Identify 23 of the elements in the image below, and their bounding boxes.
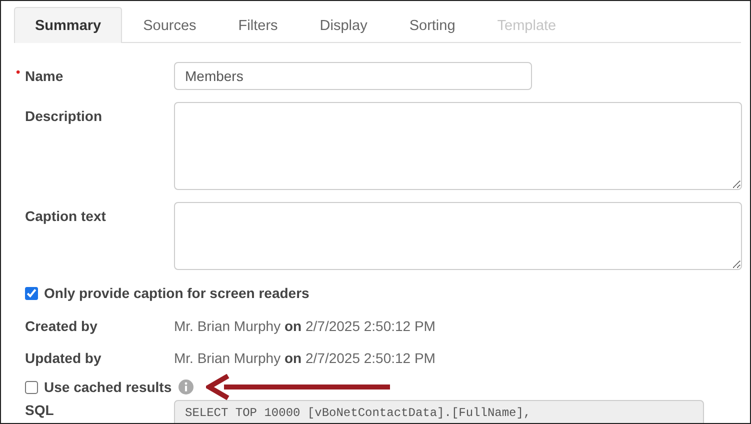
field-label: Caption text <box>24 207 107 224</box>
field-label: SQL <box>24 401 55 418</box>
tab[interactable]: Sorting <box>388 7 476 43</box>
info-text: Mr. Brian Murphy on 2/7/2025 2:50:12 PM <box>174 317 436 334</box>
tab[interactable]: Filters <box>217 7 299 43</box>
text-area-field[interactable] <box>174 202 742 270</box>
tab[interactable]: Summary <box>14 7 122 43</box>
tab[interactable]: Sources <box>122 7 218 43</box>
required-mark: • <box>16 65 20 79</box>
checkbox-label: Only provide caption for screen readers <box>44 285 310 301</box>
field-label: • Name <box>15 64 64 84</box>
info-text: Mr. Brian Murphy on 2/7/2025 2:50:12 PM <box>174 349 436 366</box>
checkbox[interactable] <box>25 380 38 394</box>
text-area-field[interactable] <box>174 102 742 190</box>
field-label: Created by <box>24 317 98 334</box>
sql-field[interactable]: SELECT TOP 10000 [vBoNetContactData].[FullName], <box>174 400 704 423</box>
checkbox[interactable] <box>25 286 38 300</box>
checkbox-label: Use cached results <box>44 379 172 395</box>
field-label: Updated by <box>24 349 102 366</box>
field-label: Description <box>24 107 104 124</box>
tab[interactable]: Display <box>298 7 388 43</box>
name-field[interactable]: Members <box>174 62 532 90</box>
info-icon[interactable] <box>178 379 194 395</box>
